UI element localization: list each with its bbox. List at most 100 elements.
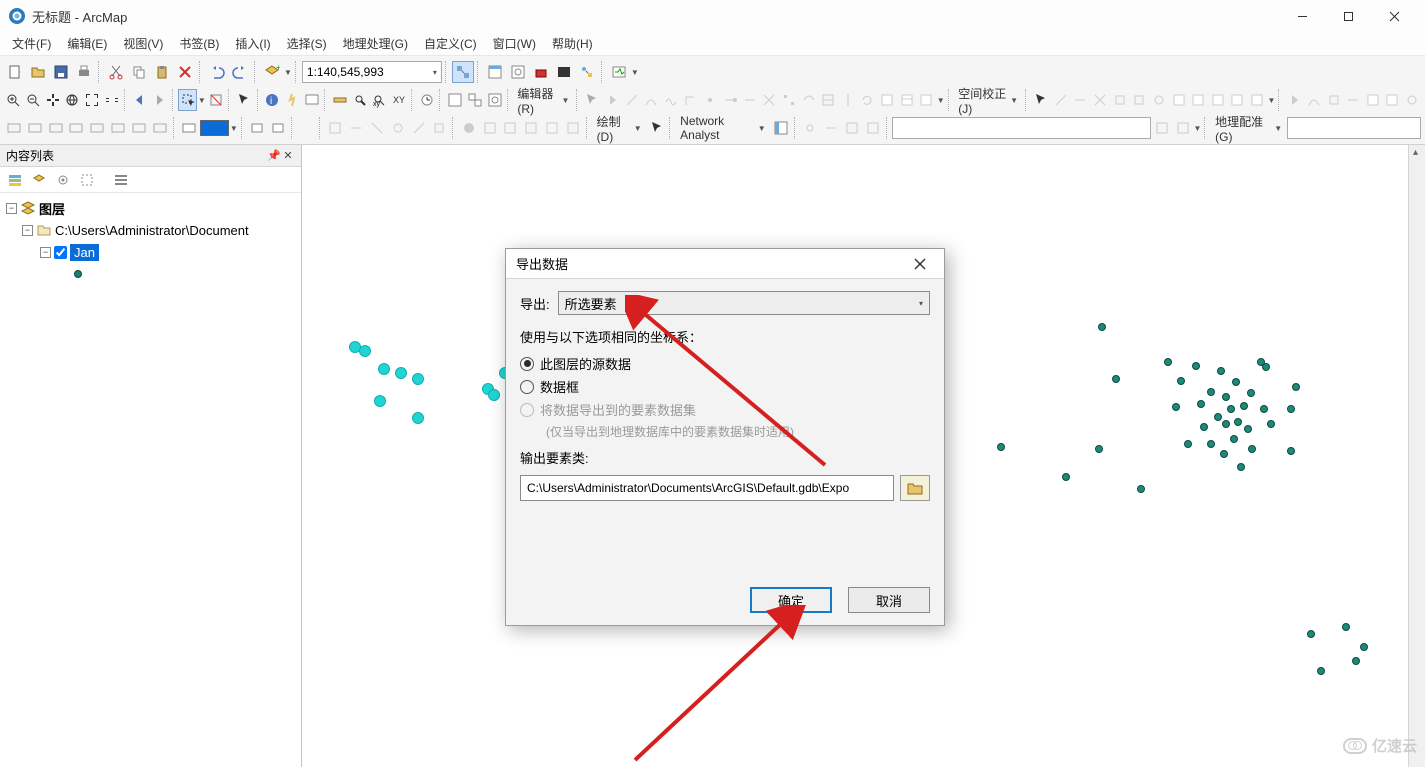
menu-insert[interactable]: 插入(I)	[227, 32, 278, 55]
adj-tool-icon-16[interactable]	[1364, 89, 1383, 111]
adj-tool-icon-5[interactable]	[1130, 89, 1149, 111]
na-dropdown-icon[interactable]: ▼	[1194, 124, 1202, 133]
na-tool-4-icon[interactable]	[863, 117, 883, 139]
measure-icon[interactable]	[331, 89, 350, 111]
save-icon[interactable]	[50, 61, 72, 83]
open-icon[interactable]	[27, 61, 49, 83]
reshape-icon[interactable]	[799, 89, 818, 111]
adj-tool-icon-2[interactable]	[1071, 89, 1090, 111]
create-viewer-icon[interactable]	[446, 89, 465, 111]
georef-tool-7-icon[interactable]	[129, 117, 149, 139]
edit-vertices-icon[interactable]	[780, 89, 799, 111]
edit-tool-icon[interactable]	[583, 89, 602, 111]
dropdown-arrow-icon[interactable]: ▼	[631, 68, 639, 77]
edit-placement-icon[interactable]	[603, 89, 622, 111]
redo-icon[interactable]	[229, 61, 251, 83]
trace-icon[interactable]	[662, 89, 681, 111]
adj-tool-icon-8[interactable]	[1189, 89, 1208, 111]
tree-row-layer[interactable]: − Jan	[2, 241, 299, 263]
misc-tool-12-icon[interactable]	[563, 117, 583, 139]
cancel-button[interactable]: 取消	[848, 587, 930, 613]
midpoint-icon[interactable]	[701, 89, 720, 111]
ok-button[interactable]: 确定	[750, 587, 832, 613]
na-tool-2-icon[interactable]	[821, 117, 841, 139]
catalog-window-icon[interactable]	[484, 61, 506, 83]
arc-segment-icon[interactable]	[642, 89, 661, 111]
select-elements-icon-2[interactable]	[1032, 89, 1051, 111]
tree-row-datasource[interactable]: − C:\Users\Administrator\Document	[2, 219, 299, 241]
list-by-source-icon[interactable]	[28, 169, 50, 191]
vertical-scrollbar[interactable]	[1408, 145, 1425, 767]
fixed-zoom-out-icon[interactable]	[102, 89, 121, 111]
export-dropdown[interactable]: 所选要素 ▾	[558, 291, 930, 315]
menu-help[interactable]: 帮助(H)	[544, 32, 601, 55]
adj-tool-icon-12[interactable]	[1285, 89, 1304, 111]
misc-tool-6-icon[interactable]	[429, 117, 449, 139]
geoprocessing-results-icon[interactable]	[608, 61, 630, 83]
menu-windows[interactable]: 窗口(W)	[485, 32, 544, 55]
menu-geoprocessing[interactable]: 地理处理(G)	[335, 32, 416, 55]
next-extent-icon[interactable]	[150, 89, 169, 111]
labeling-toolbar-icon[interactable]	[247, 117, 267, 139]
time-slider-icon[interactable]	[418, 89, 437, 111]
rotate-icon[interactable]	[858, 89, 877, 111]
misc-tool-5-icon[interactable]	[409, 117, 429, 139]
paste-icon[interactable]	[151, 61, 173, 83]
scale-selector[interactable]: 1:140,545,993 ▾	[302, 61, 442, 83]
editor-toolbar-icon[interactable]	[452, 61, 474, 83]
intersection-icon[interactable]	[760, 89, 779, 111]
menu-selection[interactable]: 选择(S)	[279, 32, 335, 55]
create-features-icon[interactable]	[917, 89, 936, 111]
tree-row-layers[interactable]: − 图层	[2, 197, 299, 219]
zoom-out-icon[interactable]	[24, 89, 43, 111]
menu-file[interactable]: 文件(F)	[4, 32, 59, 55]
html-popup-icon[interactable]	[302, 89, 321, 111]
network-analyst-menu[interactable]: Network Analyst ▼	[676, 114, 770, 142]
new-doc-icon[interactable]	[4, 61, 26, 83]
editor-menu[interactable]: 编辑器(R) ▼	[513, 85, 573, 116]
list-by-visibility-icon[interactable]	[52, 169, 74, 191]
adj-tool-icon-9[interactable]	[1208, 89, 1227, 111]
delete-icon[interactable]	[174, 61, 196, 83]
add-data-dropdown-icon[interactable]: ▼	[284, 68, 292, 77]
magnifier-icon[interactable]	[485, 89, 504, 111]
menu-edit[interactable]: 编辑(E)	[59, 32, 115, 55]
copy-icon[interactable]	[128, 61, 150, 83]
radio-data-frame[interactable]: 数据框	[520, 377, 930, 396]
modelbuilder-icon[interactable]	[576, 61, 598, 83]
adj-tool-icon-17[interactable]	[1383, 89, 1402, 111]
cut-icon[interactable]	[105, 61, 127, 83]
color-dropdown-icon[interactable]: ▼	[230, 124, 238, 133]
layer-name-label[interactable]: Jan	[70, 244, 99, 261]
browse-button[interactable]	[900, 475, 930, 501]
split-icon[interactable]	[839, 89, 858, 111]
add-data-icon[interactable]: +	[261, 61, 283, 83]
layer-visibility-checkbox[interactable]	[54, 246, 67, 259]
find-route-icon[interactable]: xy	[370, 89, 389, 111]
find-icon[interactable]	[350, 89, 369, 111]
fixed-zoom-in-icon[interactable]	[83, 89, 102, 111]
menu-bookmarks[interactable]: 书签(B)	[171, 32, 227, 55]
na-build-icon[interactable]	[1152, 117, 1172, 139]
attributes-icon[interactable]	[878, 89, 897, 111]
list-by-drawing-icon[interactable]	[4, 169, 26, 191]
georeferencing-menu[interactable]: 地理配准(G) ▼	[1211, 113, 1286, 144]
arctoolbox-icon[interactable]	[530, 61, 552, 83]
menu-customize[interactable]: 自定义(C)	[416, 32, 485, 55]
georef-tool-6-icon[interactable]	[108, 117, 128, 139]
go-to-xy-icon[interactable]: XY	[390, 89, 409, 111]
full-extent-icon[interactable]	[63, 89, 82, 111]
georef-tool-4-icon[interactable]	[66, 117, 86, 139]
misc-tool-3-icon[interactable]	[367, 117, 387, 139]
hyperlink-icon[interactable]	[283, 89, 302, 111]
adj-tool-icon-14[interactable]	[1324, 89, 1343, 111]
network-dataset-input[interactable]	[892, 117, 1151, 139]
georef-tool-1-icon[interactable]	[4, 117, 24, 139]
misc-tool-9-icon[interactable]	[501, 117, 521, 139]
list-by-selection-icon[interactable]	[76, 169, 98, 191]
select-features-icon[interactable]	[178, 89, 197, 111]
editor-dropdown-icon[interactable]: ▼	[937, 96, 945, 105]
draw-menu[interactable]: 绘制(D) ▼	[593, 113, 646, 144]
undo-icon[interactable]	[206, 61, 228, 83]
adj-tool-icon-6[interactable]	[1150, 89, 1169, 111]
